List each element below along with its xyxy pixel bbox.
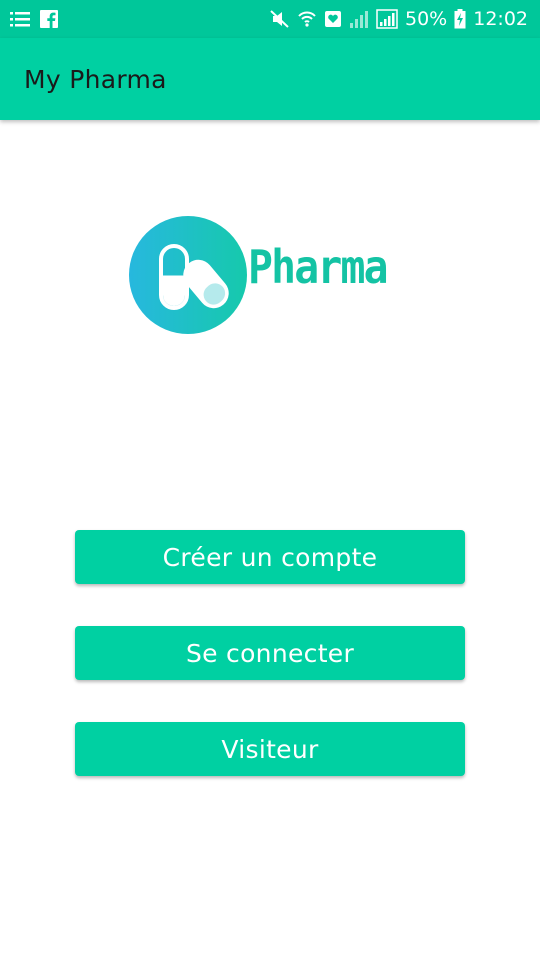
- list-icon: [10, 10, 30, 28]
- facebook-icon: [40, 10, 58, 28]
- visitor-button[interactable]: Visiteur: [75, 722, 465, 776]
- pharma-logo: Pharma: [128, 214, 418, 338]
- signal-full-icon: [376, 9, 398, 29]
- status-right-icons: 50% 12:02: [270, 8, 528, 30]
- status-left-icons: [10, 10, 58, 28]
- muted-icon: [270, 10, 290, 28]
- logo-text: Pharma: [248, 240, 389, 294]
- status-bar: 50% 12:02: [0, 0, 540, 38]
- battery-percent: 50%: [405, 8, 448, 30]
- app-title: My Pharma: [24, 64, 167, 94]
- status-time: 12:02: [473, 8, 528, 30]
- notification-icon: [324, 10, 342, 28]
- login-button[interactable]: Se connecter: [75, 626, 465, 680]
- pill-capsule-icon: [128, 214, 252, 342]
- wifi-icon: [297, 9, 317, 29]
- signal-icon: [349, 10, 369, 28]
- create-account-button[interactable]: Créer un compte: [75, 530, 465, 584]
- battery-icon: [454, 9, 466, 29]
- app-bar: My Pharma: [0, 38, 540, 120]
